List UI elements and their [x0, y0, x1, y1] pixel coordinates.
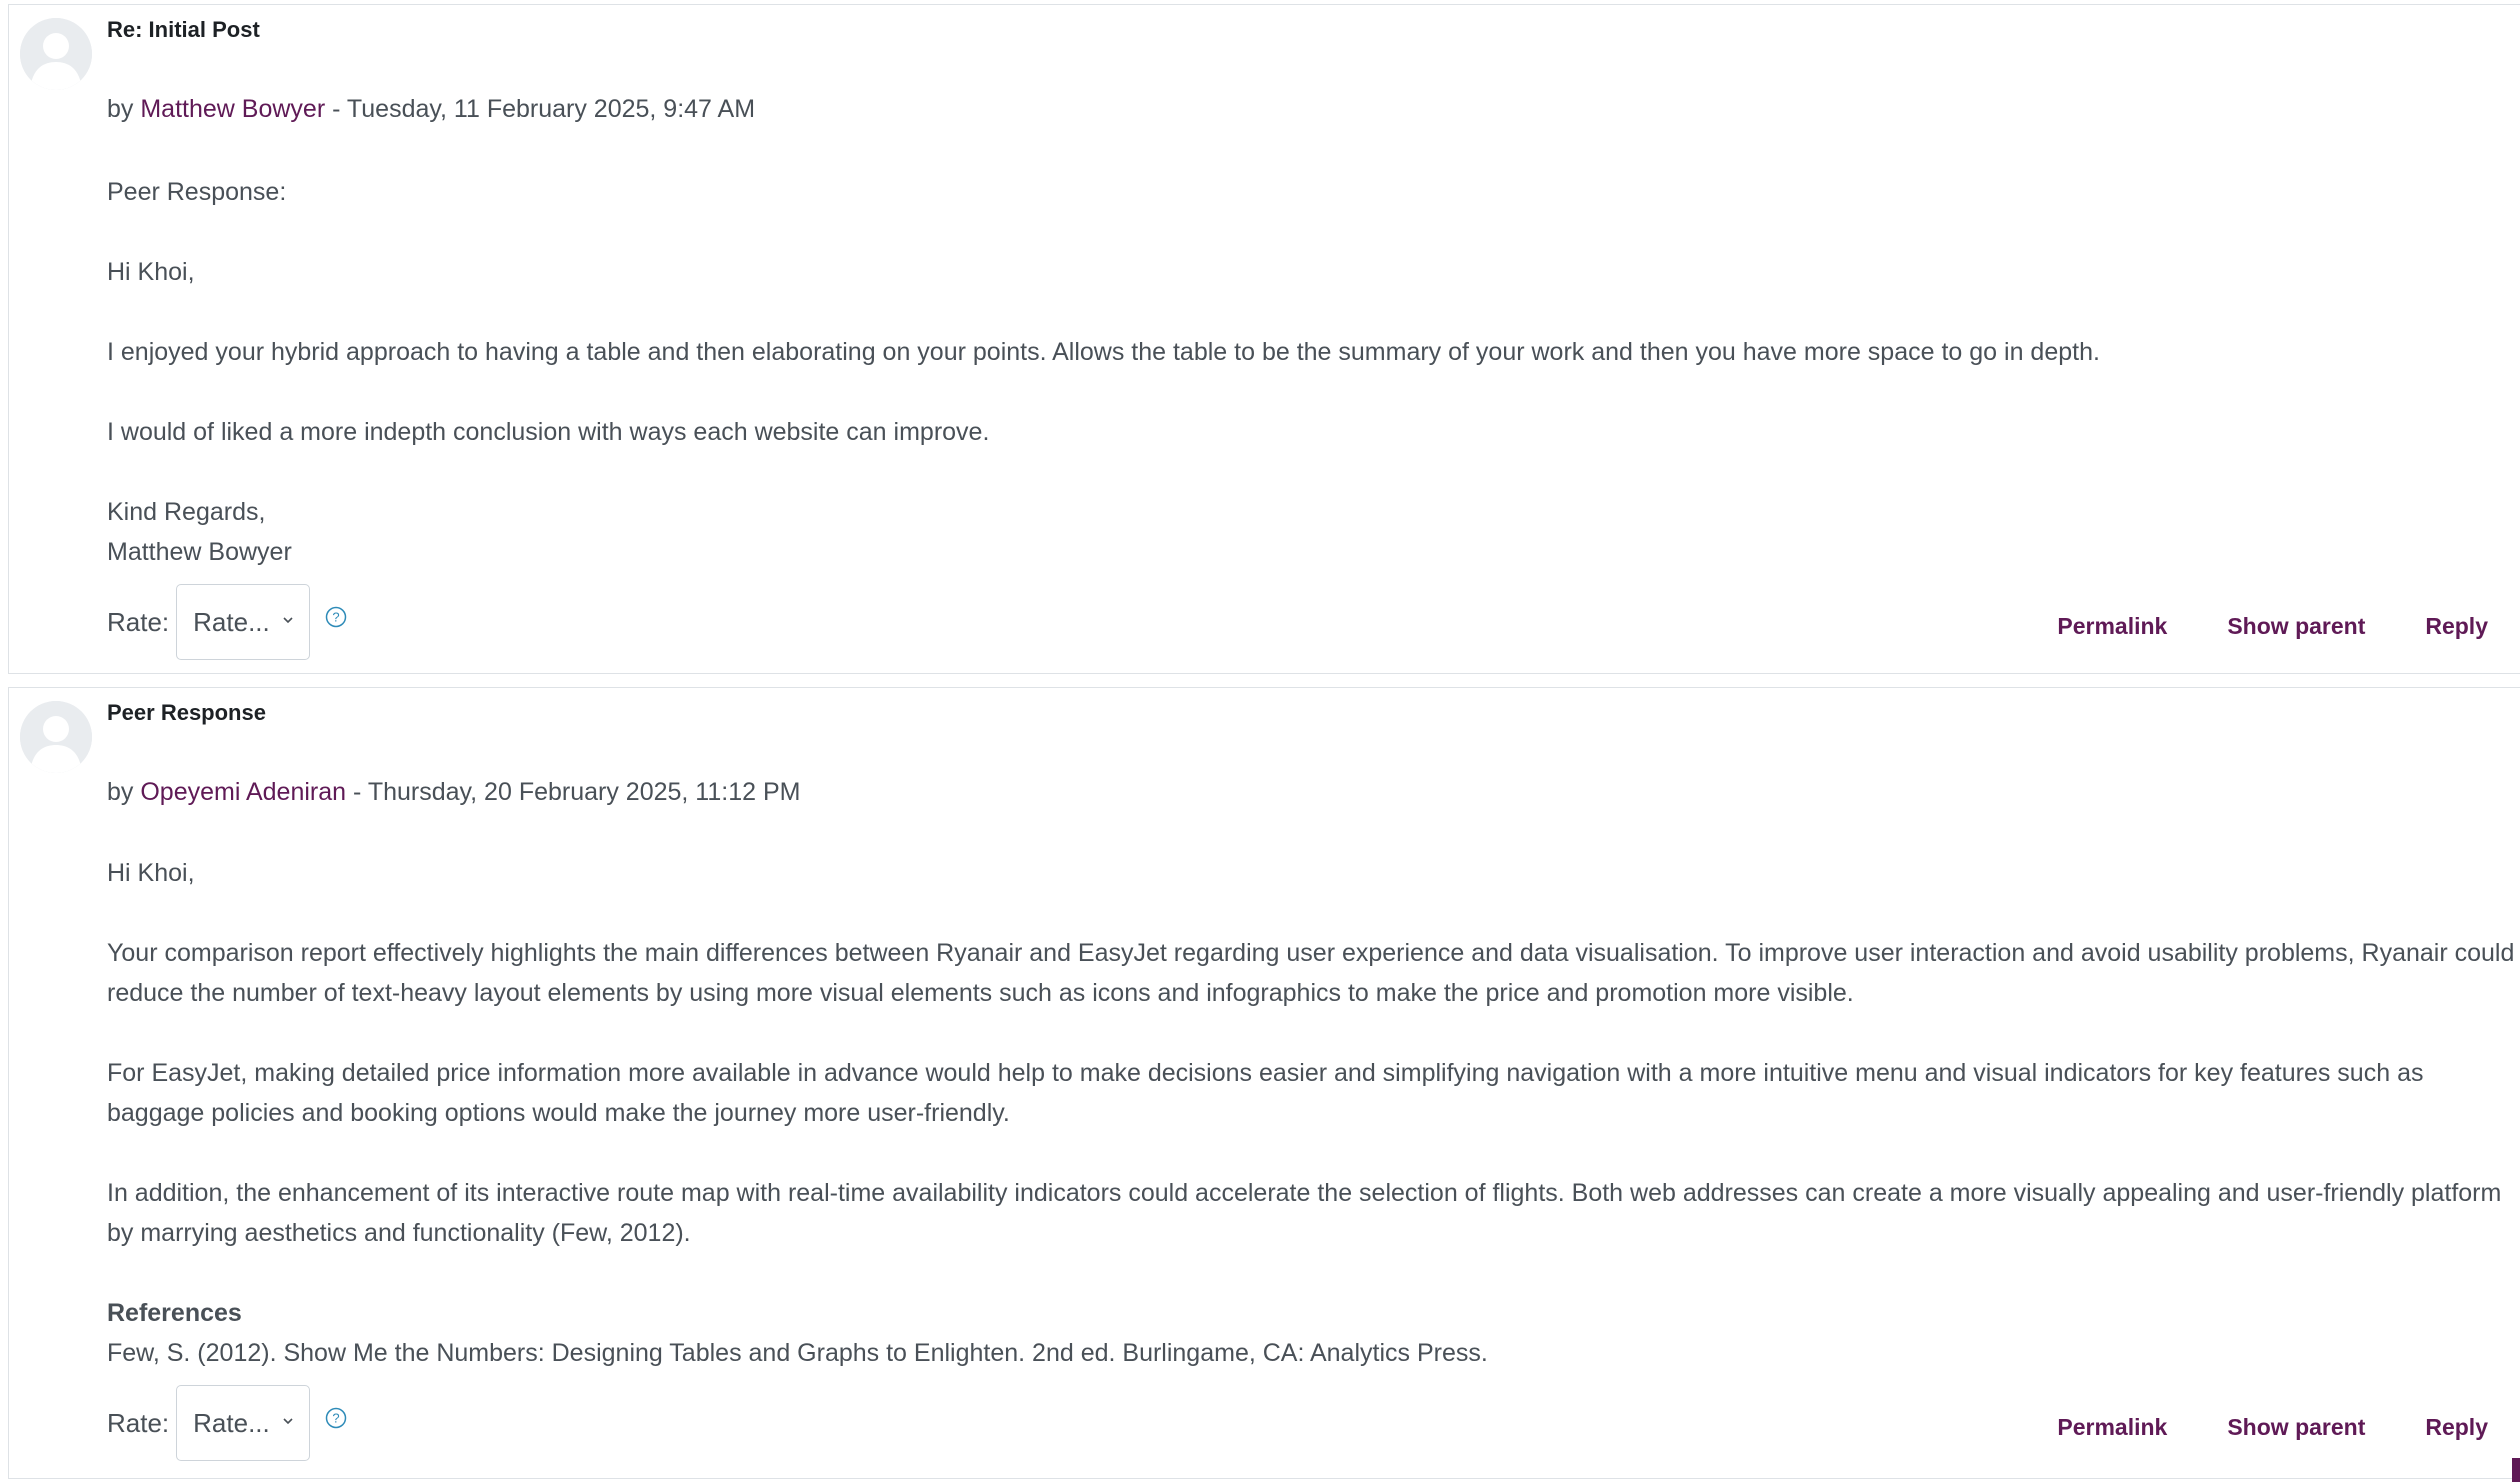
- forum-post: Re: Initial Post by Matthew Bowyer - Tue…: [8, 4, 2520, 674]
- post-paragraph: I would of liked a more indepth conclusi…: [107, 418, 990, 446]
- author-link[interactable]: Opeyemi Adeniran: [140, 778, 346, 806]
- avatar[interactable]: [20, 701, 92, 773]
- rate-select-value: Rate...: [193, 1407, 270, 1438]
- post-paragraph: I enjoyed your hybrid approach to having…: [107, 338, 2100, 366]
- reply-link[interactable]: Reply: [2425, 613, 2488, 640]
- post-date: Thursday, 20 February 2025, 11:12 PM: [367, 778, 801, 806]
- post-paragraph: Hi Khoi,: [107, 859, 195, 887]
- byline-separator: -: [346, 778, 368, 806]
- rate-select-value: Rate...: [193, 606, 270, 637]
- author-link[interactable]: Matthew Bowyer: [140, 95, 325, 123]
- post-subject: Re: Initial Post: [107, 17, 260, 42]
- post-paragraph: Peer Response:: [107, 178, 287, 206]
- forum-post: Peer Response by Opeyemi Adeniran - Thur…: [8, 687, 2520, 1479]
- chevron-down-icon: [283, 617, 293, 624]
- rating-row: Rate: Rate... ?: [107, 584, 347, 660]
- byline-separator: -: [325, 95, 347, 123]
- default-user-icon: [20, 701, 92, 773]
- show-parent-link[interactable]: Show parent: [2227, 1414, 2365, 1441]
- rate-label: Rate:: [107, 606, 170, 637]
- reply-link[interactable]: Reply: [2425, 1414, 2488, 1441]
- references-heading: References: [107, 1299, 242, 1327]
- question-circle-icon[interactable]: ?: [325, 1407, 347, 1429]
- post-paragraph: Your comparison report effectively highl…: [107, 939, 2515, 1007]
- chevron-down-icon: [283, 1418, 293, 1425]
- default-user-icon: [20, 18, 92, 90]
- svg-text:?: ?: [333, 610, 340, 625]
- post-actions: Permalink Show parent Reply: [1997, 1414, 2488, 1441]
- post-byline: by Opeyemi Adeniran - Thursday, 20 Febru…: [107, 778, 800, 807]
- rate-select[interactable]: Rate...: [176, 1385, 311, 1461]
- post-date: Tuesday, 11 February 2025, 9:47 AM: [346, 95, 756, 123]
- byline-prefix: by: [107, 778, 141, 806]
- byline-prefix: by: [107, 95, 141, 123]
- post-byline: by Matthew Bowyer - Tuesday, 11 February…: [107, 95, 755, 124]
- rate-label: Rate:: [107, 1407, 170, 1438]
- question-circle-icon[interactable]: ?: [325, 606, 347, 628]
- reference-entry: Few, S. (2012). Show Me the Numbers: Des…: [107, 1339, 1488, 1367]
- post-signoff: Kind Regards,: [107, 498, 266, 526]
- svg-text:?: ?: [333, 1411, 340, 1426]
- post-content: Hi Khoi, Your comparison report effectiv…: [107, 853, 2517, 1373]
- permalink-link[interactable]: Permalink: [2057, 613, 2167, 640]
- permalink-link[interactable]: Permalink: [2057, 1414, 2167, 1441]
- post-signature: Matthew Bowyer: [107, 538, 292, 566]
- post-paragraph: For EasyJet, making detailed price infor…: [107, 1059, 2424, 1127]
- rating-row: Rate: Rate... ?: [107, 1385, 347, 1461]
- post-actions: Permalink Show parent Reply: [1997, 613, 2488, 640]
- post-paragraph: Hi Khoi,: [107, 258, 195, 286]
- avatar[interactable]: [20, 18, 92, 90]
- post-paragraph: In addition, the enhancement of its inte…: [107, 1179, 2502, 1247]
- scroll-to-top-tab[interactable]: [2512, 1458, 2520, 1482]
- post-subject: Peer Response: [107, 700, 266, 725]
- post-content: Peer Response: Hi Khoi, I enjoyed your h…: [107, 172, 2517, 572]
- rate-select[interactable]: Rate...: [176, 584, 311, 660]
- show-parent-link[interactable]: Show parent: [2227, 613, 2365, 640]
